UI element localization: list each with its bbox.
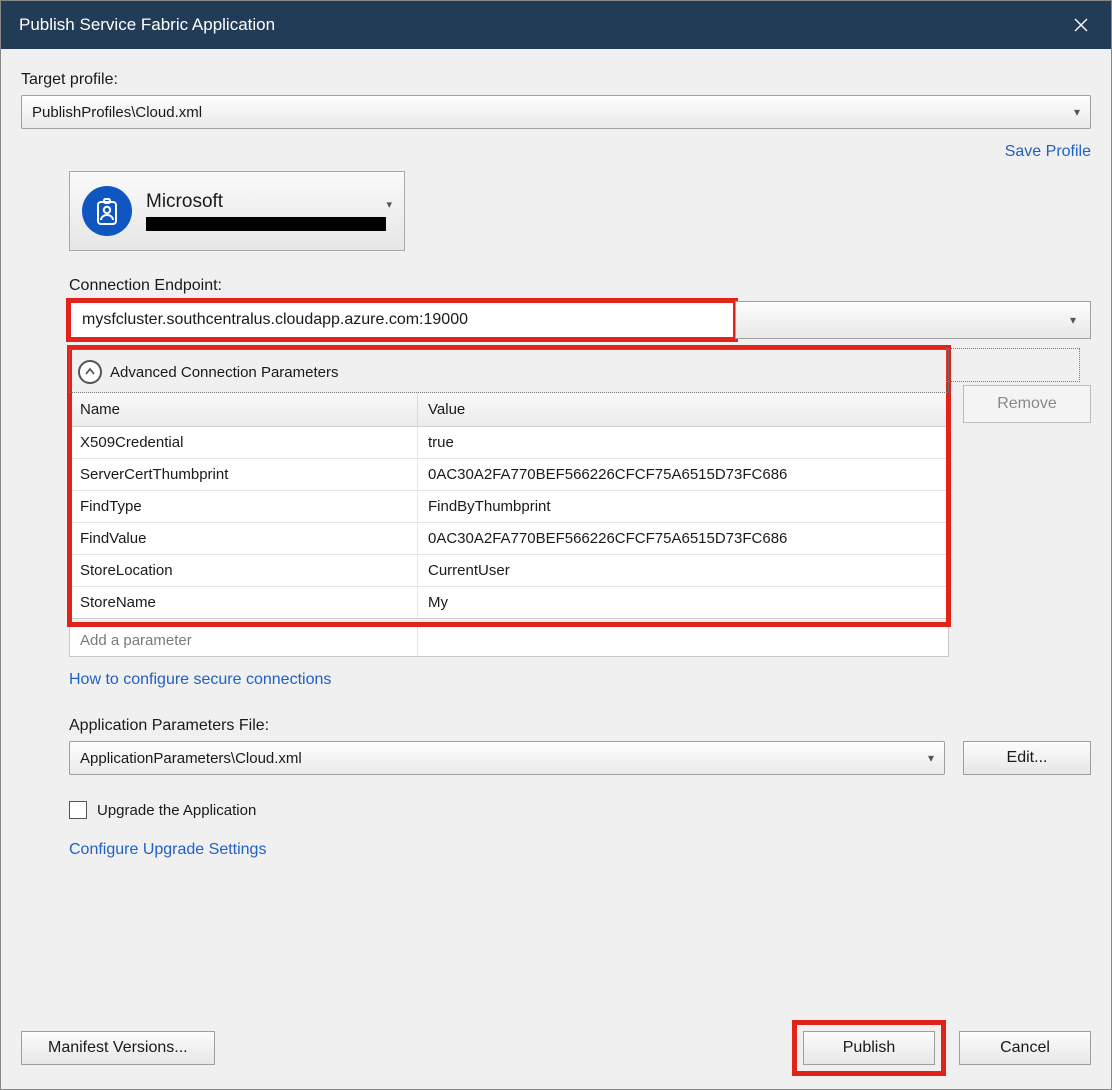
advanced-parameters-section: Advanced Connection Parameters Name Valu… bbox=[69, 347, 949, 625]
remove-parameter-button[interactable]: Remove bbox=[963, 385, 1091, 423]
close-button[interactable] bbox=[1051, 1, 1111, 49]
advanced-parameters-table: Name Value X509Credential true ServerCer… bbox=[69, 393, 949, 619]
edit-app-params-button[interactable]: Edit... bbox=[963, 741, 1091, 775]
dialog-title: Publish Service Fabric Application bbox=[19, 15, 275, 35]
configure-upgrade-link[interactable]: Configure Upgrade Settings bbox=[69, 841, 266, 858]
upgrade-application-checkbox[interactable] bbox=[69, 801, 87, 819]
col-header-value: Value bbox=[418, 393, 948, 426]
table-header: Name Value bbox=[70, 393, 948, 427]
connection-endpoint-dropdown[interactable]: ▾ bbox=[735, 301, 1091, 339]
chevron-down-icon: ▾ bbox=[1070, 313, 1076, 327]
connection-endpoint-input[interactable]: mysfcluster.southcentralus.cloudapp.azur… bbox=[69, 301, 735, 339]
chevron-down-icon: ▾ bbox=[386, 198, 392, 211]
app-params-label: Application Parameters File: bbox=[69, 717, 1091, 735]
connection-endpoint-value: mysfcluster.southcentralus.cloudapp.azur… bbox=[82, 311, 468, 329]
chevron-down-icon: ▾ bbox=[928, 751, 934, 765]
app-params-value: ApplicationParameters\Cloud.xml bbox=[80, 750, 302, 767]
account-icon bbox=[82, 186, 132, 236]
table-row[interactable]: StoreName My bbox=[70, 587, 948, 618]
advanced-parameters-header[interactable]: Advanced Connection Parameters bbox=[69, 349, 949, 393]
target-profile-value: PublishProfiles\Cloud.xml bbox=[32, 104, 202, 121]
titlebar: Publish Service Fabric Application bbox=[1, 1, 1111, 49]
table-row[interactable]: FindValue 0AC30A2FA770BEF566226CFCF75A65… bbox=[70, 523, 948, 555]
app-params-combo[interactable]: ApplicationParameters\Cloud.xml ▾ bbox=[69, 741, 945, 775]
table-row[interactable]: X509Credential true bbox=[70, 427, 948, 459]
howto-secure-connections-link[interactable]: How to configure secure connections bbox=[69, 671, 331, 688]
cancel-button[interactable]: Cancel bbox=[959, 1031, 1091, 1065]
add-parameter-row-holder: Add a parameter bbox=[69, 625, 949, 657]
publish-button[interactable]: Publish bbox=[803, 1031, 935, 1065]
add-parameter-row[interactable]: Add a parameter bbox=[70, 625, 948, 656]
dialog-body: Target profile: PublishProfiles\Cloud.xm… bbox=[1, 49, 1111, 1089]
close-icon bbox=[1074, 18, 1088, 32]
table-row[interactable]: FindType FindByThumbprint bbox=[70, 491, 948, 523]
manifest-versions-button[interactable]: Manifest Versions... bbox=[21, 1031, 215, 1065]
advanced-parameters-title: Advanced Connection Parameters bbox=[110, 364, 338, 381]
account-email-redacted bbox=[146, 217, 386, 231]
upgrade-application-label: Upgrade the Application bbox=[97, 802, 256, 819]
col-header-name: Name bbox=[70, 393, 418, 426]
table-row[interactable]: StoreLocation CurrentUser bbox=[70, 555, 948, 587]
table-row[interactable]: ServerCertThumbprint 0AC30A2FA770BEF5662… bbox=[70, 459, 948, 491]
dialog-footer: Manifest Versions... Publish Cancel bbox=[21, 999, 1091, 1071]
target-profile-combo[interactable]: PublishProfiles\Cloud.xml ▾ bbox=[21, 95, 1091, 129]
target-profile-label: Target profile: bbox=[21, 71, 1091, 89]
connection-endpoint-label: Connection Endpoint: bbox=[69, 277, 1091, 295]
account-selector[interactable]: Microsoft ▾ bbox=[69, 171, 405, 251]
publish-highlight: Publish bbox=[797, 1025, 941, 1071]
save-profile-link[interactable]: Save Profile bbox=[1005, 143, 1091, 160]
chevron-down-icon: ▾ bbox=[1074, 105, 1080, 119]
account-name: Microsoft bbox=[146, 191, 392, 213]
account-text: Microsoft bbox=[146, 191, 392, 231]
collapse-icon[interactable] bbox=[78, 360, 102, 384]
dialog-publish-service-fabric: Publish Service Fabric Application Targe… bbox=[0, 0, 1112, 1090]
